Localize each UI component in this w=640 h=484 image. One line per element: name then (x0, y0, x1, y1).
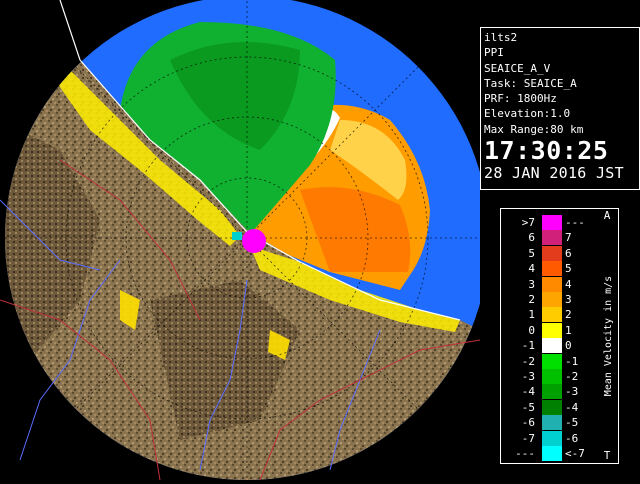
legend-upper-bound: 1 (565, 323, 572, 337)
product-name: SEAICE_A_V (484, 61, 551, 75)
legend-lower-bound: --- (515, 447, 535, 460)
legend-upper-bound: 5 (565, 262, 572, 276)
radar-site-cyan (232, 232, 242, 240)
legend-lower-bound: 5 (528, 246, 535, 260)
radar-site-echo (242, 229, 266, 253)
task-name: Task: SEAICE_A (484, 76, 577, 90)
legend-upper-bound: -5 (565, 416, 579, 430)
legend-color-swatch (542, 399, 562, 415)
legend-upper-bound: -4 (565, 400, 579, 414)
observation-date: 28 JAN 2016 JST (484, 164, 624, 183)
legend-color-swatch (542, 276, 562, 292)
legend-lower-bound: -2 (521, 354, 535, 368)
legend-upper-bound: 0 (565, 339, 572, 353)
legend-color-swatch (542, 322, 562, 338)
legend-color-swatch (542, 369, 562, 384)
legend-upper-bound: -2 (565, 370, 579, 383)
legend-upper-bound: 7 (565, 231, 572, 245)
legend-lower-bound: 2 (528, 293, 535, 306)
legend-color-swatch (542, 230, 562, 246)
observation-time: 17:30:25 (484, 136, 609, 166)
legend-color-swatch (542, 430, 562, 446)
legend-lower-bound: >7 (521, 216, 535, 229)
legend-color-swatch (542, 384, 562, 400)
legend-lower-bound: -5 (521, 400, 535, 414)
elevation-value: Elevation:1.0 (484, 107, 571, 121)
legend-upper-bound: <-7 (565, 447, 585, 460)
legend-color-swatch (542, 307, 562, 323)
legend-lower-bound: -6 (521, 416, 535, 430)
legend-color-swatch (542, 415, 562, 431)
legend-lower-bound: -4 (521, 385, 535, 399)
velocity-legend: >7 --- 6 7 5 6 4 5 3 4 2 3 1 2 0 1 -1 0 -2 -1 -3 -2 -4 -3 -5 -4 -6… (500, 208, 619, 464)
radar-info-panel: ilts2 PPI SEAICE_A_V Task: SEAICE_A PRF:… (480, 27, 640, 190)
legend-color-swatch (542, 446, 562, 461)
legend-upper-bound: -1 (565, 354, 579, 368)
legend-upper-bound: 3 (565, 293, 572, 306)
legend-lower-bound: 6 (528, 231, 535, 245)
legend-color-swatch (542, 353, 562, 369)
legend-upper-bound: 2 (565, 308, 572, 322)
legend-lower-bound: -7 (521, 431, 535, 445)
legend-color-swatch (542, 245, 562, 261)
max-range-value: Max Range:80 km (484, 122, 584, 136)
legend-title: Mean Velocity in m/s (603, 276, 614, 396)
legend-color-swatch (542, 292, 562, 307)
legend-lower-bound: -3 (521, 370, 535, 383)
legend-lower-bound: -1 (521, 339, 535, 353)
product-type: PPI (484, 46, 504, 60)
legend-color-swatch (542, 215, 562, 230)
legend-upper-bound: 4 (565, 277, 572, 291)
legend-color-swatch (542, 338, 562, 354)
legend-lower-bound: 4 (528, 262, 535, 276)
prf-value: PRF: 1800Hz (484, 92, 557, 106)
legend-upper-bound: --- (565, 216, 585, 229)
legend-upper-bound: 6 (565, 246, 572, 260)
legend-color-swatch (542, 261, 562, 277)
legend-top-marker: A (604, 209, 611, 222)
legend-bottom-marker: T (604, 449, 611, 462)
legend-lower-bound: 1 (528, 308, 535, 322)
radar-map-svg (0, 0, 489, 481)
legend-title-svg: A Mean Velocity in m/s T (603, 209, 614, 462)
radar-ppi-map (0, 0, 489, 481)
legend-upper-bound: -3 (565, 385, 579, 399)
legend-lower-bound: 0 (528, 323, 535, 337)
legend-upper-bound: -6 (565, 431, 579, 445)
legend-lower-bound: 3 (528, 277, 535, 291)
station-name: ilts2 (484, 31, 518, 44)
